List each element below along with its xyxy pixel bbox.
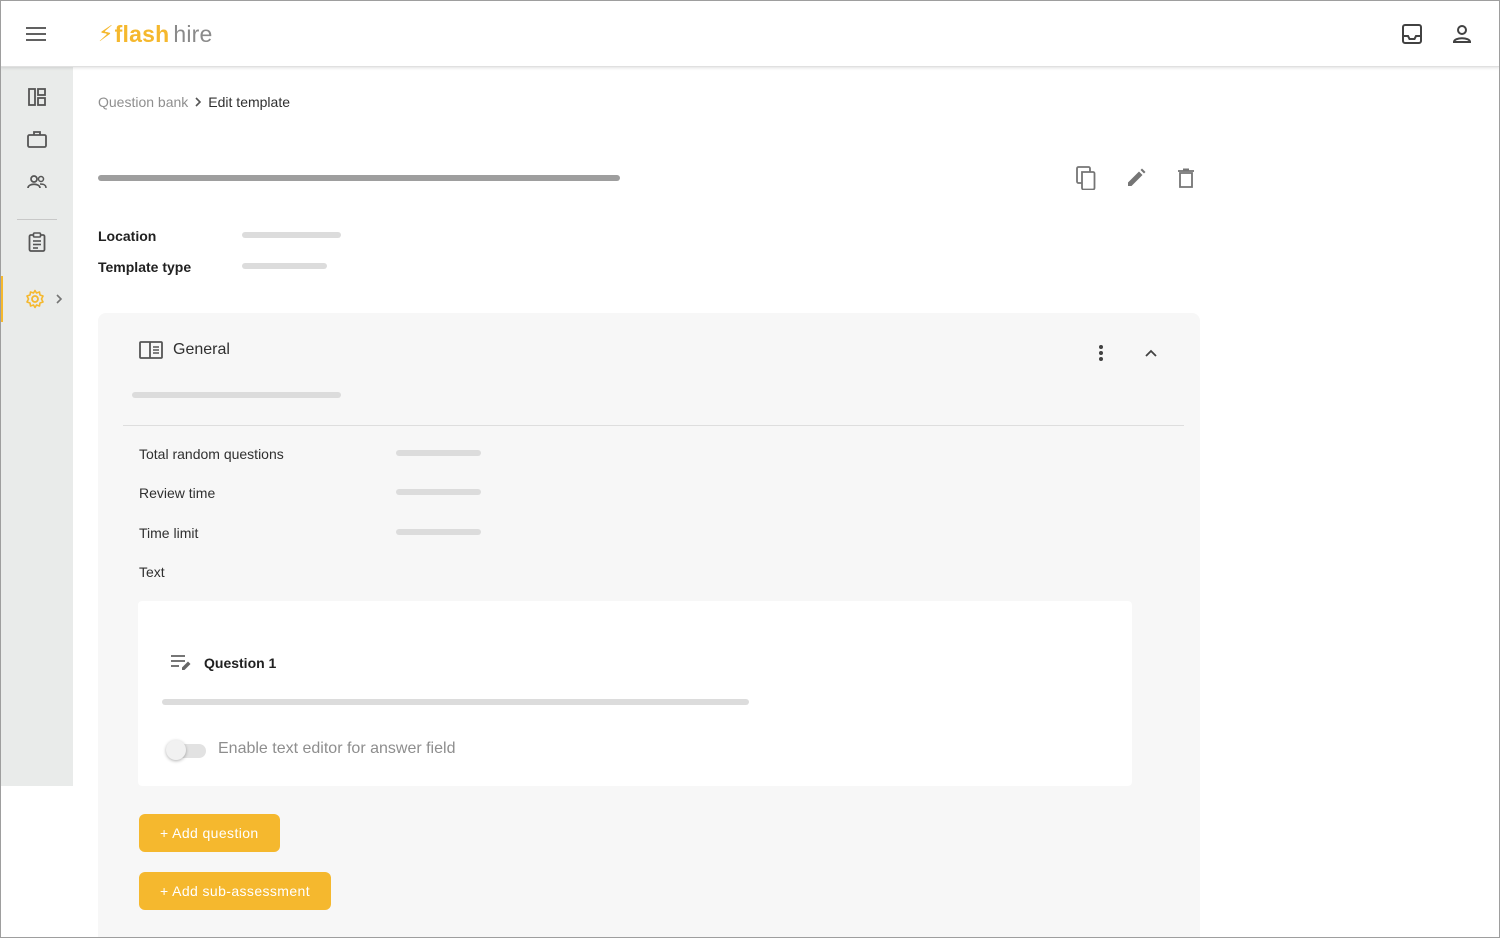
bolt-icon: ⚡︎ [98, 21, 114, 46]
breadcrumb: Question bank Edit template [98, 94, 290, 110]
sidebar-divider [17, 219, 57, 220]
sidebar-item-dashboard[interactable] [0, 77, 73, 117]
text-editor-toggle-label: Enable text editor for answer field [218, 740, 456, 757]
section-divider [123, 425, 1184, 426]
sidebar [0, 67, 73, 786]
edit-note-icon [171, 655, 191, 670]
breadcrumb-question-bank[interactable]: Question bank [98, 94, 188, 110]
delete-button[interactable] [1166, 158, 1206, 198]
text-label: Text [139, 564, 165, 580]
review-time-label: Review time [139, 485, 216, 501]
chevron-right-icon [56, 294, 63, 304]
app-logo[interactable]: ⚡︎ flash hire [98, 19, 213, 49]
template-actions [1066, 158, 1206, 198]
inbox-icon [1402, 24, 1422, 44]
clipboard-icon [28, 232, 45, 252]
add-question-button[interactable]: + Add question [139, 814, 280, 852]
inbox-button[interactable] [1392, 14, 1432, 54]
section-title: General [173, 341, 230, 358]
dashboard-icon [27, 88, 46, 106]
review-time-value-placeholder [396, 489, 481, 495]
add-sub-assessment-button[interactable]: + Add sub-assessment [139, 872, 332, 910]
total-random-questions-value-placeholder [396, 450, 481, 456]
location-value-placeholder [242, 232, 341, 238]
delete-icon [1178, 168, 1194, 188]
template-title-placeholder [98, 175, 620, 181]
question-title: Question 1 [204, 655, 277, 671]
briefcase-icon [26, 131, 47, 148]
breadcrumb-current: Edit template [208, 94, 291, 110]
section-general: General Total random questions Review ti… [98, 313, 1200, 938]
more-vertical-icon [1099, 345, 1103, 361]
logo-flash-text: flash [114, 20, 170, 47]
settings-icon [26, 289, 44, 309]
toggle-knob [166, 740, 186, 760]
template-type-value-placeholder [242, 263, 327, 269]
chevron-up-icon [1145, 349, 1157, 357]
book-icon [139, 341, 163, 359]
location-label: Location [98, 228, 157, 244]
time-limit-value-placeholder [396, 529, 481, 535]
total-random-questions-label: Total random questions [139, 446, 284, 462]
menu-icon [26, 27, 46, 41]
sidebar-item-candidates[interactable] [0, 162, 73, 202]
text-editor-toggle[interactable] [166, 739, 206, 761]
menu-button[interactable] [16, 14, 56, 54]
sidebar-item-settings[interactable] [0, 276, 73, 322]
template-type-label: Template type [98, 259, 192, 275]
time-limit-label: Time limit [139, 525, 199, 541]
top-app-bar: ⚡︎ flash hire [0, 0, 1500, 67]
copy-icon [1076, 166, 1096, 190]
section-description-placeholder [132, 392, 341, 398]
account-icon [1452, 25, 1472, 43]
edit-icon [1128, 168, 1146, 186]
edit-button[interactable] [1116, 158, 1156, 198]
people-icon [26, 175, 47, 189]
logo-hire-text: hire [173, 20, 213, 47]
question-text-placeholder [162, 699, 749, 705]
account-button[interactable] [1442, 14, 1482, 54]
chevron-right-icon [195, 97, 202, 107]
section-collapse-button[interactable] [1131, 333, 1171, 373]
copy-button[interactable] [1066, 158, 1106, 198]
question-card: Question 1 Enable text editor for answer… [138, 601, 1132, 786]
section-more-button[interactable] [1081, 333, 1121, 373]
sidebar-item-assessments[interactable] [0, 222, 73, 262]
sidebar-item-jobs[interactable] [0, 119, 73, 159]
